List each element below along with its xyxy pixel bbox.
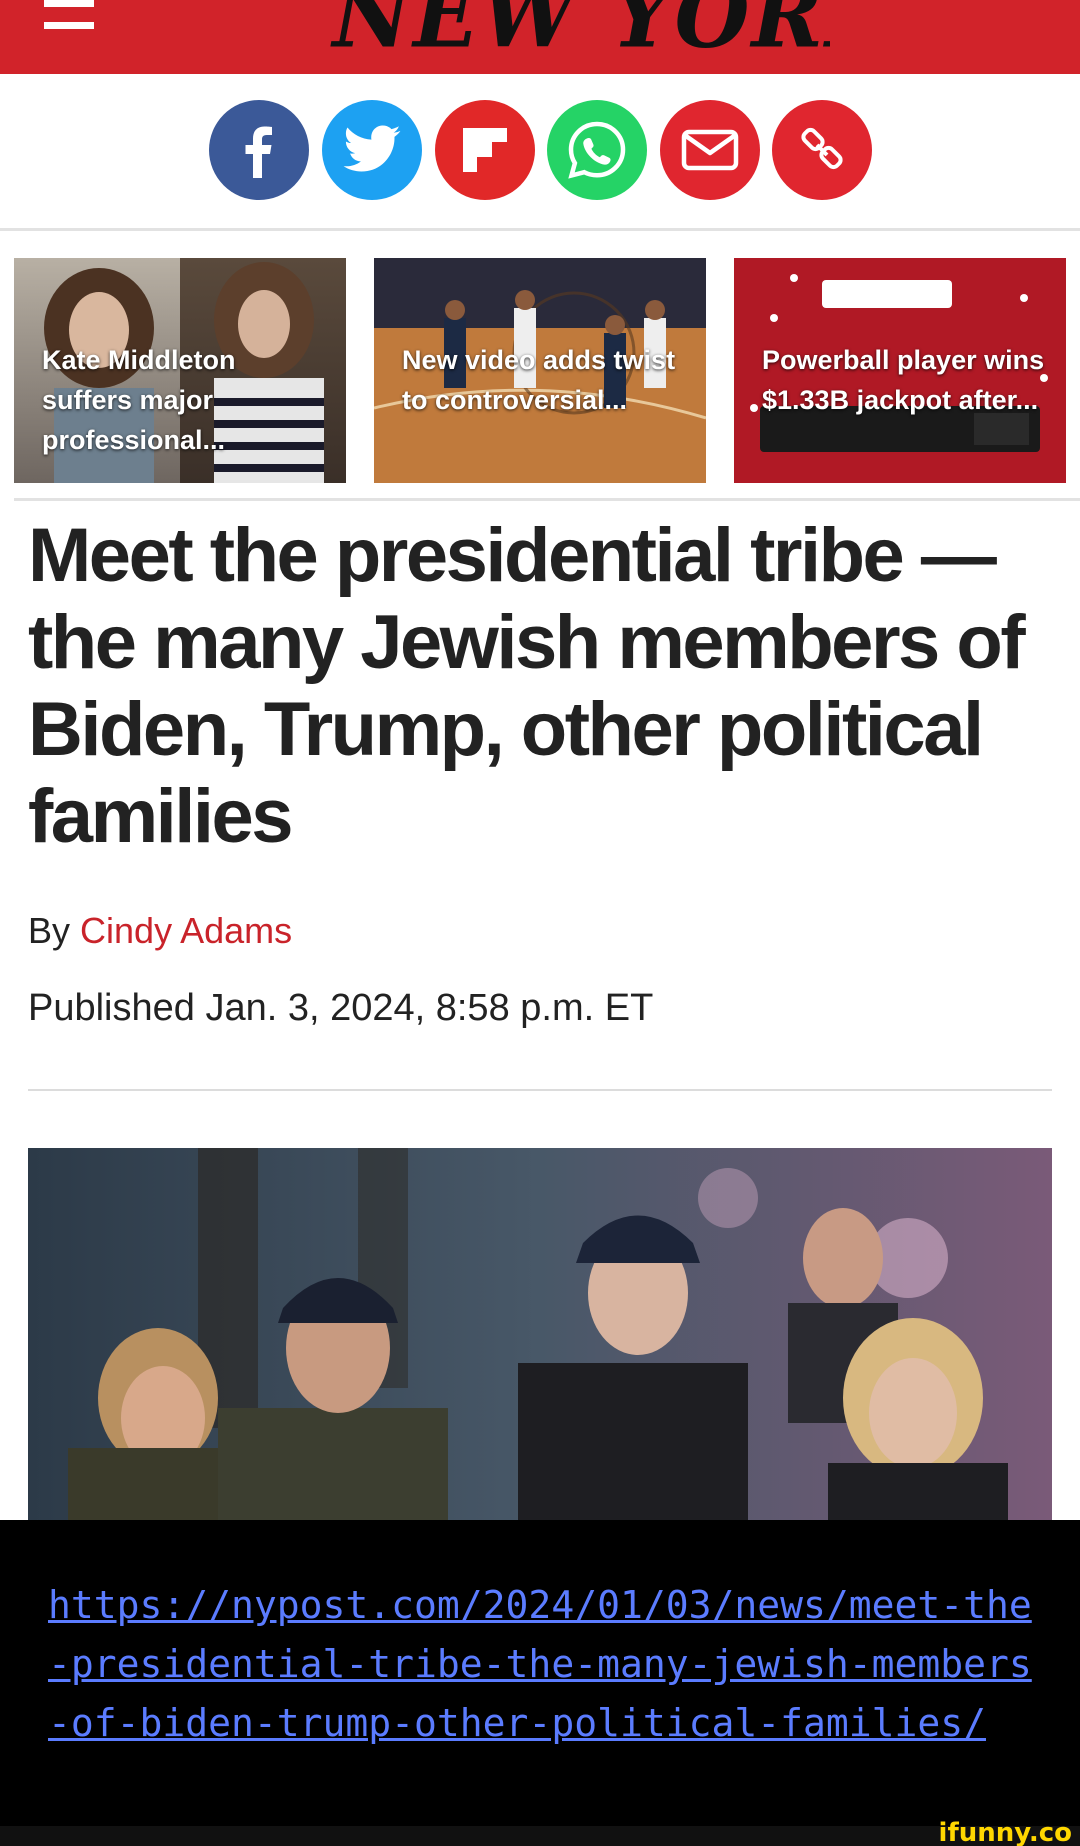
lead-image — [28, 1148, 1052, 1520]
article-photo — [28, 1148, 1052, 1520]
twitter-share-button[interactable] — [322, 100, 422, 200]
share-bar — [0, 100, 1080, 204]
divider — [28, 1089, 1052, 1091]
author-link[interactable]: Cindy Adams — [80, 910, 292, 951]
top-bar: NEW YORK POST — [0, 0, 1080, 74]
flipboard-icon — [463, 128, 507, 172]
whatsapp-icon — [568, 121, 626, 179]
facebook-icon — [245, 126, 272, 178]
flipboard-share-button[interactable] — [435, 100, 535, 200]
teaser-title: Powerball player wins $1.33B jackpot aft… — [762, 345, 1045, 415]
url-overlay: https://nypost.com/2024/01/03/news/meet-… — [0, 1520, 1080, 1826]
email-icon — [681, 129, 739, 171]
teaser-card[interactable]: Powerball player wins $1.33B jackpot aft… — [734, 258, 1066, 483]
article-url-link[interactable]: https://nypost.com/2024/01/03/news/meet-… — [48, 1576, 1048, 1753]
facebook-share-button[interactable] — [209, 100, 309, 200]
article-headline: Meet the presidential tribe — the many J… — [28, 513, 1026, 859]
divider — [14, 498, 1080, 501]
teaser-title: New video adds twist to controversial... — [402, 345, 676, 415]
site-logo[interactable]: NEW YORK POST — [230, 0, 830, 74]
site-logo-text: NEW YORK POST — [332, 0, 830, 69]
teaser-card[interactable]: New video adds twist to controversial... — [374, 258, 706, 483]
teaser-card[interactable]: Kate Middleton suffers major professiona… — [14, 258, 346, 483]
ifunny-watermark: ifunny.co — [938, 1818, 1072, 1846]
published-date: Published Jan. 3, 2024, 8:58 p.m. ET — [28, 987, 654, 1029]
hamburger-menu-icon[interactable] — [44, 0, 94, 40]
byline-prefix: By — [28, 910, 71, 951]
twitter-icon — [343, 125, 401, 172]
whatsapp-share-button[interactable] — [547, 100, 647, 200]
footer-strip — [0, 1826, 1080, 1846]
byline: By Cindy Adams — [28, 910, 292, 952]
link-icon — [801, 127, 843, 170]
divider — [0, 228, 1080, 231]
copy-link-share-button[interactable] — [772, 100, 872, 200]
email-share-button[interactable] — [660, 100, 760, 200]
teaser-title: Kate Middleton suffers major professiona… — [42, 345, 236, 455]
